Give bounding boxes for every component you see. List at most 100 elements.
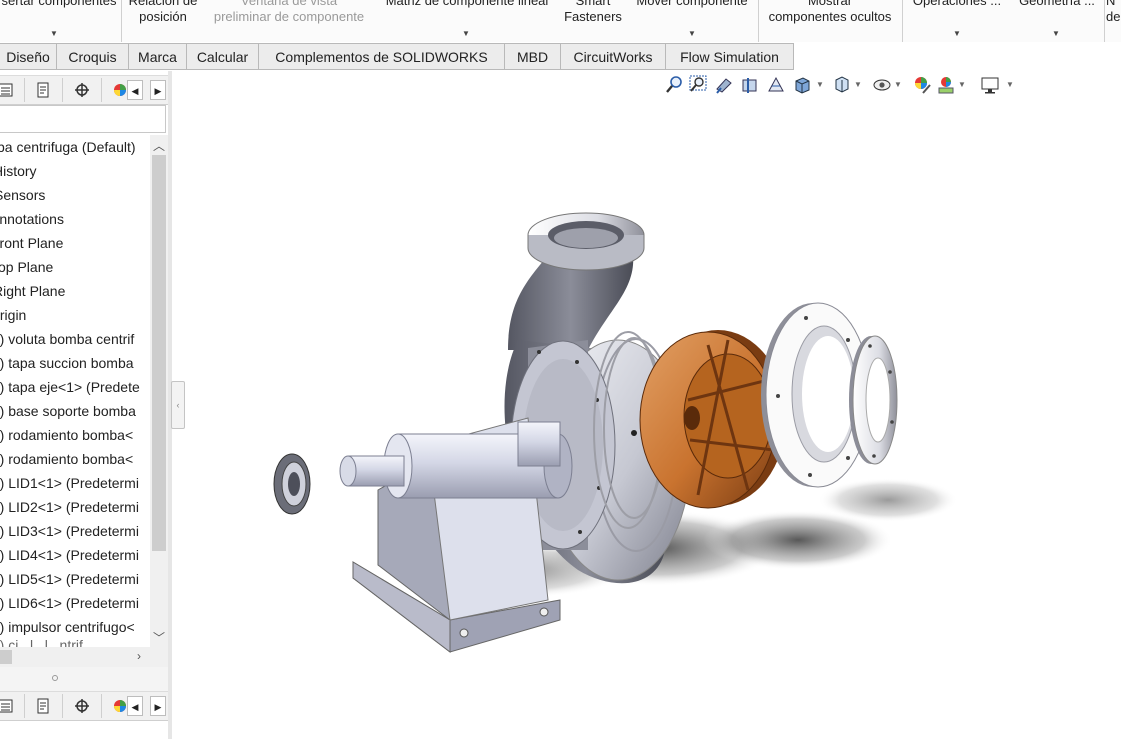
ribbon-assembly-features-button[interactable]: Operaciones ... ▼ <box>904 0 1010 42</box>
tree-item-sensors[interactable]: Sensors <box>0 183 45 207</box>
command-manager-tabs: Diseño Croquis Marca Calcular Complement… <box>0 42 1121 71</box>
view-orientation-icon[interactable] <box>792 74 812 98</box>
ribbon-label: de <box>1106 9 1121 24</box>
property-manager-icon[interactable] <box>24 78 63 102</box>
tree-item-component[interactable]: -) LID4<1> (Predetermi <box>0 543 139 567</box>
tree-item-component[interactable]: -) rodamiento bomba< <box>0 423 133 447</box>
tree-scrollbar-thumb[interactable] <box>152 155 166 551</box>
feature-manager-icon[interactable] <box>0 694 25 718</box>
scroll-up-icon[interactable]: ︿ <box>150 137 168 154</box>
ribbon-component-preview-button[interactable]: Ventana de vista preliminar de component… <box>204 0 374 42</box>
ribbon-label: Mostrar <box>807 0 853 8</box>
tab-solidworks-addins[interactable]: Complementos de SOLIDWORKS <box>258 43 505 70</box>
ribbon-show-hidden-components-button[interactable]: Mostrar componentes ocultos <box>760 0 900 42</box>
chevron-down-icon[interactable]: ▼ <box>816 80 824 89</box>
ribbon-linear-pattern-button[interactable]: Matriz de componente lineal ▼ <box>376 0 558 42</box>
previous-view-icon[interactable] <box>714 74 734 98</box>
graphics-area[interactable] <box>188 100 1121 739</box>
chevron-down-icon[interactable]: ▼ <box>1052 26 1060 42</box>
tree-item-annotations[interactable]: Annotations <box>0 207 64 231</box>
ribbon-label: posición <box>139 9 187 24</box>
chevron-down-icon[interactable]: ▼ <box>462 26 470 42</box>
configuration-manager-icon[interactable] <box>63 694 102 718</box>
tab-circuitworks[interactable]: CircuitWorks <box>560 43 666 70</box>
scroll-right-icon[interactable]: ▶ <box>150 80 166 100</box>
tree-item-component[interactable]: -) rodamiento bomba< <box>0 447 133 471</box>
tree-item-component[interactable]: -) LID6<1> (Predetermi <box>0 591 139 615</box>
ribbon-label: Matriz de componente lineal <box>385 0 549 8</box>
zoom-to-area-icon[interactable] <box>688 74 708 98</box>
tree-item-component[interactable]: -) tapa succion bomba <box>0 351 134 375</box>
edit-appearance-icon[interactable] <box>912 74 932 98</box>
scroll-right-icon[interactable]: › <box>130 649 148 663</box>
tree-item-component[interactable]: -) LID3<1> (Predetermi <box>0 519 139 543</box>
tree-item-component[interactable]: -) LID1<1> (Predetermi <box>0 471 139 495</box>
zoom-to-fit-icon[interactable] <box>664 74 684 98</box>
ribbon-mate-button[interactable]: Relación de posición <box>124 0 202 42</box>
scroll-right-icon[interactable]: ▶ <box>150 696 166 716</box>
scroll-left-icon[interactable]: ◀ <box>127 696 143 716</box>
ribbon-separator <box>758 0 759 42</box>
ribbon-reference-geometry-button[interactable]: Geometría ... ▼ <box>1010 0 1104 42</box>
section-view-icon[interactable] <box>740 74 760 98</box>
suction-flange <box>849 335 898 465</box>
chevron-down-icon[interactable]: ▼ <box>894 80 902 89</box>
ribbon-new-motion-study-button[interactable]: N de <box>1106 0 1121 42</box>
ribbon-label: Fasteners <box>564 9 622 24</box>
tab-calcular[interactable]: Calcular <box>186 43 259 70</box>
chevron-down-icon[interactable]: ▼ <box>854 80 862 89</box>
chevron-down-icon[interactable]: ▼ <box>958 80 966 89</box>
tree-item-component[interactable]: -) LID2<1> (Predetermi <box>0 495 139 519</box>
tree-item-component[interactable]: -) base soporte bomba <box>0 399 136 423</box>
property-manager-icon[interactable] <box>24 694 63 718</box>
ribbon-label: Geometría ... <box>1019 0 1095 8</box>
tree-item-component[interactable]: -) impulsor centrifugo< <box>0 615 135 639</box>
apply-scene-icon[interactable] <box>936 74 956 98</box>
tab-diseno[interactable]: Diseño <box>0 43 57 70</box>
tree-item-right-plane[interactable]: Right Plane <box>0 279 65 303</box>
scroll-down-icon[interactable]: ﹀ <box>150 629 168 646</box>
ribbon-label: Smart <box>575 0 611 8</box>
chevron-down-icon[interactable]: ▼ <box>1006 80 1014 89</box>
tab-marca[interactable]: Marca <box>128 43 187 70</box>
configuration-manager-icon[interactable] <box>63 78 102 102</box>
tab-mbd[interactable]: MBD <box>504 43 561 70</box>
tree-item-origin[interactable]: Origin <box>0 303 26 327</box>
panel-splitter[interactable] <box>0 667 172 693</box>
tree-item-history[interactable]: History <box>0 159 37 183</box>
tree-item-assembly-root[interactable]: ba centrifuga (Default) <box>0 135 136 159</box>
tab-flow-simulation[interactable]: Flow Simulation <box>665 43 794 70</box>
ribbon-label: preliminar de componente <box>213 9 365 24</box>
manager-tabs-toolbar: ◀ ▶ <box>0 75 172 105</box>
tab-croquis[interactable]: Croquis <box>56 43 129 70</box>
tree-item-top-plane[interactable]: Top Plane <box>0 255 53 279</box>
scroll-left-icon[interactable]: ◀ <box>127 80 143 100</box>
feature-tree: ba centrifuga (Default) History Sensors … <box>0 135 150 647</box>
ribbon-move-component-button[interactable]: Mover componente ▼ <box>628 0 756 42</box>
chevron-down-icon[interactable]: ▼ <box>50 26 58 42</box>
discharge-nozzle <box>508 212 645 350</box>
view-settings-icon[interactable] <box>980 74 1000 98</box>
tree-hscroll-thumb[interactable] <box>0 650 12 664</box>
chevron-down-icon[interactable]: ▼ <box>953 26 961 42</box>
ribbon-label: componentes ocultos <box>768 9 892 24</box>
tree-item-component[interactable]: -) tapa eje<1> (Predete <box>0 375 140 399</box>
chevron-down-icon[interactable]: ▼ <box>688 26 696 42</box>
tree-item-component[interactable]: -) LID5<1> (Predetermi <box>0 567 139 591</box>
display-style-icon[interactable] <box>832 74 852 98</box>
shaft-bearing-ring <box>273 453 311 515</box>
ribbon-insert-components-button[interactable]: sertar componentes ▼ <box>0 0 118 42</box>
feature-manager-icon[interactable] <box>0 78 25 102</box>
hide-show-items-icon[interactable] <box>872 74 892 98</box>
ribbon-smart-fasteners-button[interactable]: Smart Fasteners <box>558 0 628 42</box>
command-manager-ribbon: sertar componentes ▼ Relación de posició… <box>0 0 1121 43</box>
panel-collapse-handle[interactable]: ‹ <box>171 381 185 429</box>
feature-tree-filter-input[interactable] <box>0 105 166 133</box>
dynamic-annotation-icon[interactable] <box>766 74 786 98</box>
tree-item-component[interactable]: -) voluta bomba centrif <box>0 327 134 351</box>
ribbon-label: Ventana de vista <box>240 0 338 8</box>
tree-item-front-plane[interactable]: Front Plane <box>0 231 63 255</box>
splitter-grip-icon[interactable] <box>52 675 58 681</box>
tree-item-component[interactable]: -) ci...l...l...ntrif... <box>0 639 95 647</box>
shaft-assembly <box>339 421 573 499</box>
